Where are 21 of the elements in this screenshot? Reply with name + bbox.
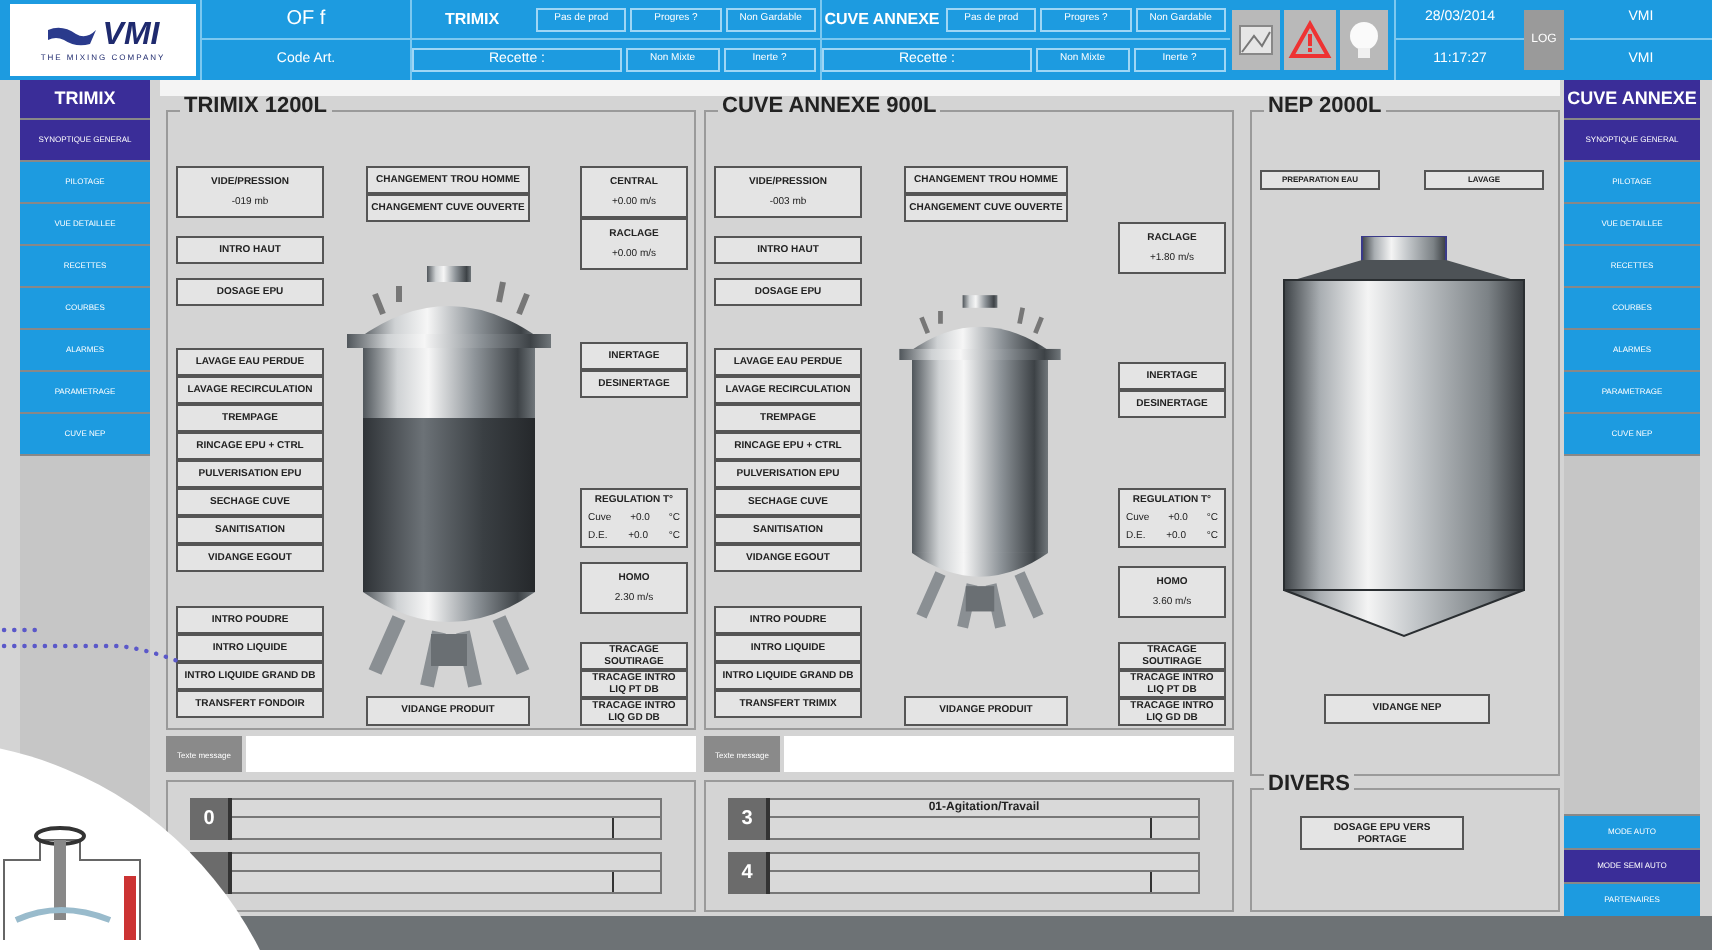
panel-title: DIVERS [1264, 774, 1354, 796]
message-field[interactable] [784, 736, 1234, 772]
warning-icon [1288, 20, 1332, 60]
message-field[interactable] [246, 736, 696, 772]
order-number: OF f [202, 0, 410, 40]
image-button[interactable] [1232, 10, 1280, 70]
unit-name: CUVE ANNEXE [822, 7, 942, 31]
step-number-badge: 3 [728, 798, 766, 840]
step-number-badge: 0 [190, 798, 228, 840]
panel-title: TRIMIX 1200L [180, 96, 332, 118]
panel-title: NEP 2000L [1264, 96, 1386, 118]
unit-name: TRIMIX [442, 7, 502, 31]
menu-title: TRIMIX [20, 80, 150, 120]
lightbulb-icon [1348, 20, 1380, 60]
mixer-illustration-drawing [0, 820, 144, 944]
alarm-button[interactable] [1284, 10, 1336, 70]
light-button[interactable] [1340, 10, 1388, 70]
image-icon [1238, 24, 1274, 56]
menu-title: CUVE ANNEXE [1564, 80, 1700, 120]
panel-title: CUVE ANNEXE 900L [718, 96, 941, 118]
step-number-badge: 4 [728, 852, 766, 894]
